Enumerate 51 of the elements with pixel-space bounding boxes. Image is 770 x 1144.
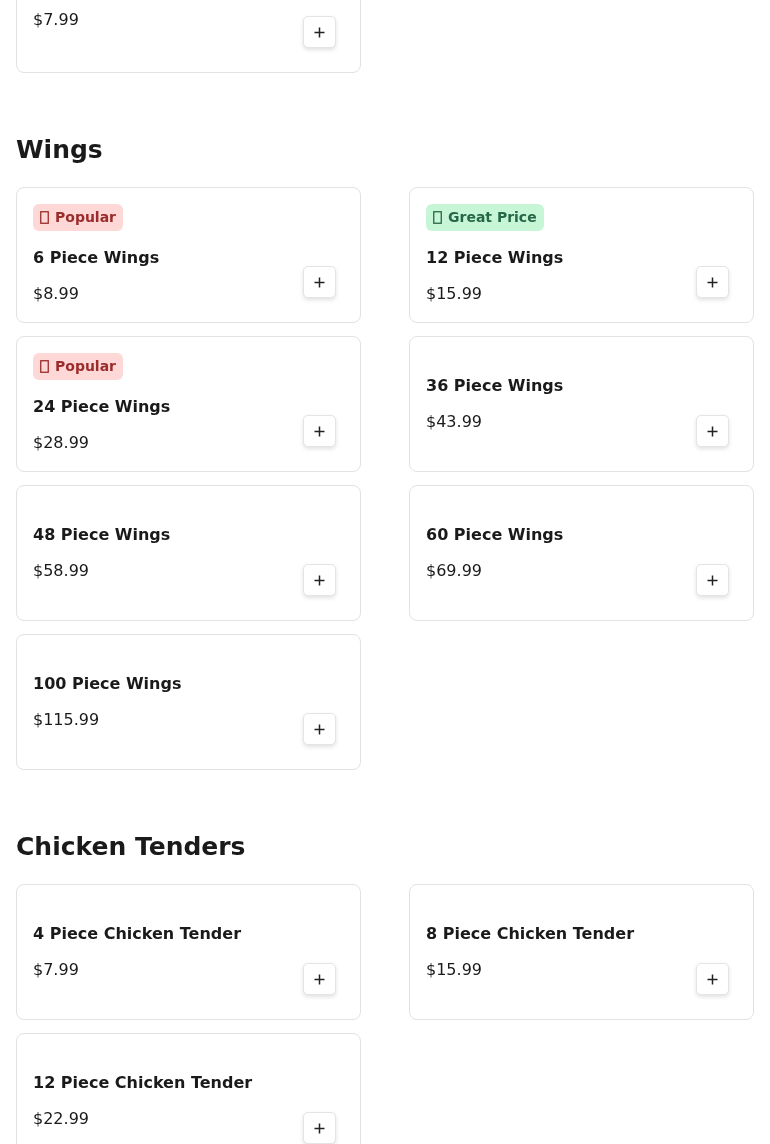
item-name: 4 Piece Chicken Tender [33,923,243,945]
item-price: $7.99 [33,9,80,31]
add-button[interactable] [696,963,729,995]
add-button[interactable] [303,1112,336,1144]
item-name: 12 Piece Wings [426,247,565,269]
badge: Popular [33,204,124,231]
item-name: 6 Piece Wings [33,247,161,269]
item-price: $7.99 [33,959,80,981]
add-button[interactable] [696,564,729,596]
item-name: 24 Piece Wings [33,396,172,418]
plus-icon [314,574,325,586]
add-button[interactable] [696,266,729,298]
add-button[interactable] [303,564,336,596]
placeholder-icon [433,211,442,224]
item-price: $8.99 [33,283,80,305]
section-heading: Chicken Tenders [16,832,247,862]
add-button[interactable] [696,415,729,447]
item-price: $115.99 [33,709,101,731]
plus-icon [314,425,325,437]
item-name: 36 Piece Wings [426,375,565,397]
item-name: 12 Piece Chicken Tender [33,1072,254,1094]
item-price: $22.99 [33,1108,90,1130]
placeholder-icon [40,211,49,224]
item-price: $15.99 [426,959,483,981]
plus-icon [314,1122,325,1134]
plus-icon [314,723,325,735]
badge: Popular [33,353,124,380]
item-name: 100 Piece Wings [33,673,183,695]
add-button[interactable] [303,266,336,298]
plus-icon [314,26,325,38]
add-button[interactable] [303,16,336,48]
add-button[interactable] [303,415,336,447]
item-name: 60 Piece Wings [426,524,565,546]
plus-icon [707,276,718,288]
badge: Great Price [426,204,544,231]
item-price: $58.99 [33,560,90,582]
section-heading: Wings [16,135,104,165]
plus-icon [314,276,325,288]
plus-icon [314,973,325,985]
item-price: $28.99 [33,432,90,454]
plus-icon [707,425,718,437]
item-price: $43.99 [426,411,483,433]
add-button[interactable] [303,963,336,995]
item-price: $69.99 [426,560,483,582]
placeholder-icon [40,360,49,373]
item-name: 8 Piece Chicken Tender [426,923,636,945]
item-price: $15.99 [426,283,483,305]
item-name: 48 Piece Wings [33,524,172,546]
plus-icon [707,574,718,586]
add-button[interactable] [303,713,336,745]
plus-icon [707,973,718,985]
